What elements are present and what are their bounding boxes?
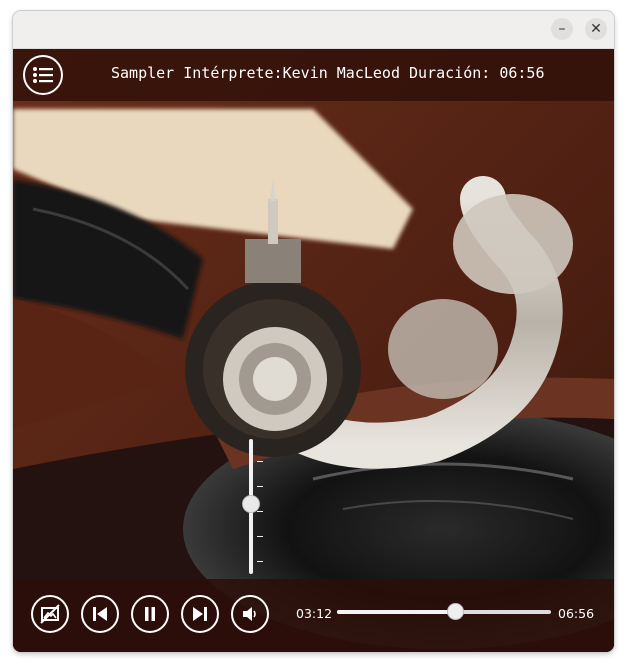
track-info: Sampler Intérprete:Kevin MacLeod Duració… <box>111 64 545 82</box>
title-bar: – ✕ <box>13 11 614 49</box>
volume-tick <box>257 511 263 512</box>
next-icon <box>193 607 207 621</box>
total-duration: 06:56 <box>558 606 595 621</box>
no-image-icon <box>40 604 60 624</box>
pause-button[interactable] <box>131 595 169 633</box>
toggle-cover-button[interactable] <box>31 595 69 633</box>
close-button[interactable]: ✕ <box>585 18 607 40</box>
video-area[interactable]: Sampler Intérprete:Kevin MacLeod Duració… <box>13 49 614 652</box>
info-bar: Sampler Intérprete:Kevin MacLeod Duració… <box>13 49 614 101</box>
playlist-button[interactable] <box>23 55 63 95</box>
volume-tick <box>257 486 263 487</box>
volume-button[interactable] <box>231 595 269 633</box>
seek-bar[interactable] <box>337 603 551 620</box>
previous-button[interactable] <box>81 595 119 633</box>
volume-tick <box>257 561 263 562</box>
seek-progress <box>337 610 455 614</box>
playback-controls: 03:12 06:56 <box>13 579 614 652</box>
minimize-button[interactable]: – <box>551 18 573 40</box>
player-window: – ✕ Sampler Intérprete:Kevin MacLeod Dur… <box>13 11 614 652</box>
volume-icon <box>243 607 256 621</box>
list-icon <box>33 67 53 83</box>
seek-thumb[interactable] <box>447 603 465 620</box>
next-button[interactable] <box>181 595 219 633</box>
album-art-image <box>13 49 614 652</box>
previous-icon <box>93 607 107 621</box>
elapsed-time: 03:12 <box>296 606 333 621</box>
volume-slider[interactable] <box>239 439 263 574</box>
volume-tick <box>257 536 263 537</box>
volume-thumb[interactable] <box>242 495 260 513</box>
volume-tick <box>257 461 263 462</box>
pause-icon <box>145 607 155 621</box>
